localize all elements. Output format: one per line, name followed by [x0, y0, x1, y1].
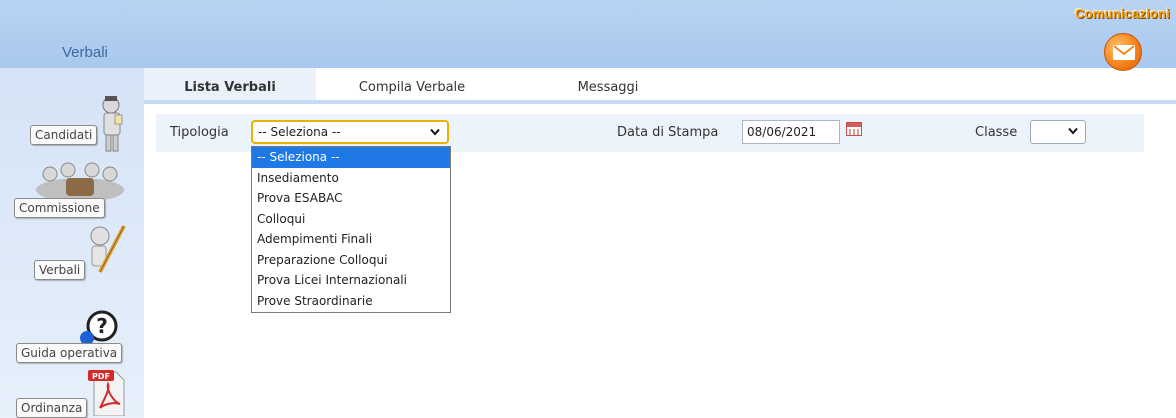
- svg-text:PDF: PDF: [92, 372, 110, 381]
- sidebar-item-ordinanza[interactable]: Ordinanza: [16, 398, 88, 418]
- dropdown-option[interactable]: Prove Straordinarie: [252, 291, 450, 312]
- tipologia-dropdown-list: -- Seleziona -- Insediamento Prova ESABA…: [251, 146, 451, 313]
- dropdown-option[interactable]: Insediamento: [252, 168, 450, 189]
- sidebar-item-commissione[interactable]: Commissione: [14, 198, 105, 218]
- tab-lista-verbali[interactable]: Lista Verbali: [144, 68, 316, 102]
- comunicazioni-label[interactable]: Comunicazioni: [1075, 6, 1170, 21]
- dropdown-option[interactable]: Preparazione Colloqui: [252, 250, 450, 271]
- person-icon: [96, 95, 126, 156]
- tab-compila-verbale[interactable]: Compila Verbale: [331, 68, 493, 102]
- dropdown-option[interactable]: -- Seleziona --: [252, 147, 450, 168]
- app-title: Verbali: [62, 44, 108, 61]
- data-stampa-input[interactable]: 08/06/2021: [742, 120, 840, 144]
- envelope-icon[interactable]: [1104, 33, 1142, 71]
- sidebar-item-candidati[interactable]: Candidati: [30, 125, 98, 145]
- svg-text:?: ?: [96, 314, 108, 338]
- sidebar-item-verbali[interactable]: Verbali: [34, 260, 86, 280]
- dropdown-option[interactable]: Prova Licei Internazionali: [252, 270, 450, 291]
- dropdown-option[interactable]: Colloqui: [252, 209, 450, 230]
- pdf-icon: PDF: [88, 368, 128, 418]
- dropdown-option[interactable]: Adempimenti Finali: [252, 229, 450, 250]
- dropdown-option[interactable]: Prova ESABAC: [252, 188, 450, 209]
- chevron-down-icon: [1068, 127, 1078, 135]
- classe-select[interactable]: [1030, 120, 1086, 144]
- tipologia-label: Tipologia: [170, 125, 229, 140]
- data-stampa-label: Data di Stampa: [617, 125, 719, 140]
- classe-label: Classe: [975, 125, 1018, 140]
- chevron-down-icon: [430, 128, 440, 136]
- tab-messaggi[interactable]: Messaggi: [522, 68, 694, 102]
- calendar-icon[interactable]: [846, 122, 862, 136]
- tipologia-select-value: -- Seleziona --: [258, 125, 341, 139]
- pen-icon: [82, 222, 128, 283]
- sidebar-item-guida-operativa[interactable]: Guida operativa: [16, 343, 123, 363]
- tab-bar: Lista Verbali Compila Verbale Messaggi: [144, 68, 1176, 102]
- tipologia-select[interactable]: -- Seleziona --: [251, 120, 449, 144]
- top-header: Verbali Comunicazioni: [0, 0, 1176, 71]
- tab-strip: [144, 100, 1176, 104]
